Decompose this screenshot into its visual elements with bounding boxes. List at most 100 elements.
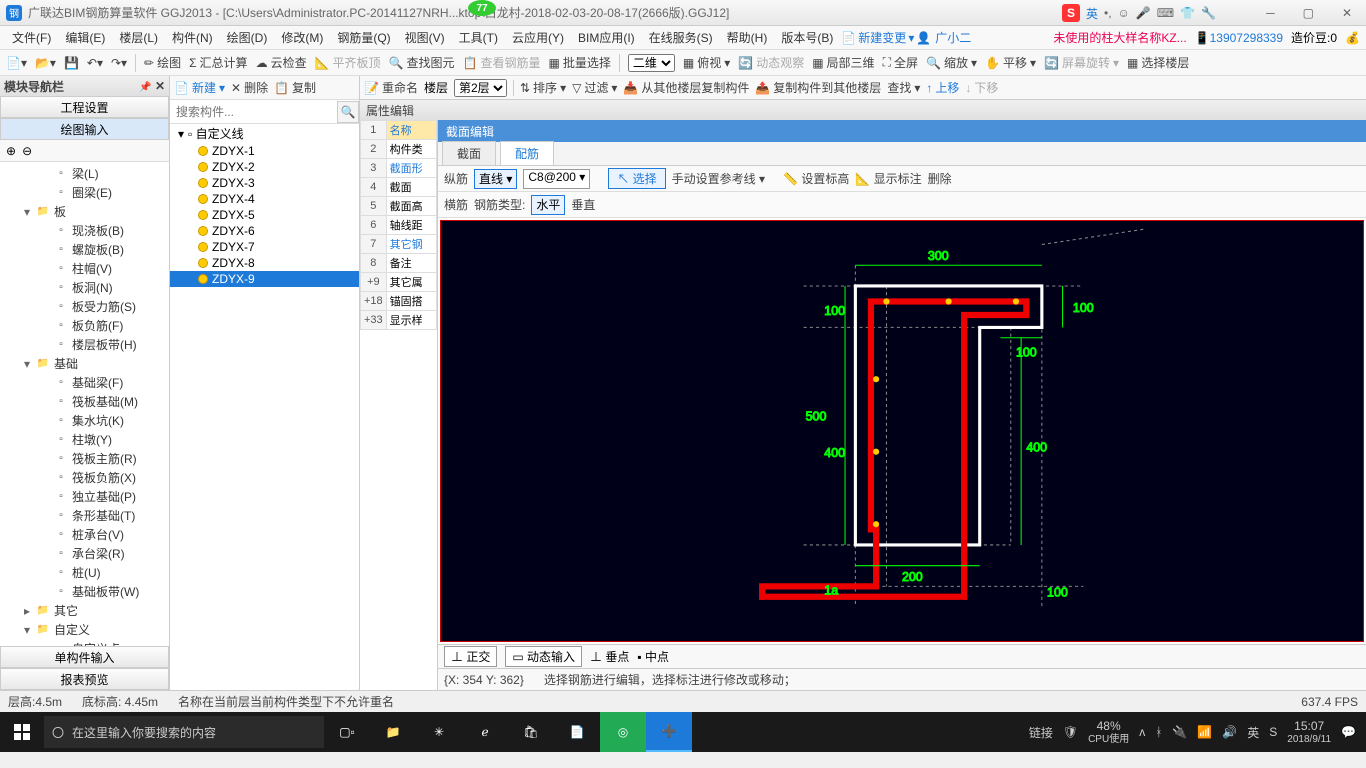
list-item[interactable]: ZDYX-4 <box>170 191 359 207</box>
fullscreen-button[interactable]: ⛶全屏 <box>883 54 918 71</box>
tab-section[interactable]: 截面 <box>442 141 496 165</box>
tab-rebar[interactable]: 配筋 <box>500 141 554 165</box>
prop-row[interactable]: 2构件类 <box>361 140 437 159</box>
tray-shield-icon[interactable]: 🛡 <box>1063 725 1078 739</box>
tree-item[interactable]: ▫独立基础(P) <box>0 487 169 506</box>
ime-punct-icon[interactable]: •, <box>1104 6 1112 20</box>
prop-row[interactable]: +33显示样 <box>361 311 437 330</box>
app-store-icon[interactable]: 🛍 <box>508 712 554 752</box>
tree-item[interactable]: ▫楼层板带(H) <box>0 335 169 354</box>
spec-select[interactable]: C8@200 ▾ <box>523 169 590 189</box>
ime-keyboard-icon[interactable]: ⌨ <box>1157 6 1174 20</box>
del-comp-button[interactable]: ✕删除 <box>231 79 268 96</box>
list-item[interactable]: ZDYX-6 <box>170 223 359 239</box>
list-item[interactable]: ZDYX-5 <box>170 207 359 223</box>
app-ggj-icon[interactable]: ➕ <box>646 712 692 752</box>
tree-item[interactable]: ▫筏板主筋(R) <box>0 449 169 468</box>
horizontal-button[interactable]: 水平 <box>531 195 565 215</box>
notification-badge[interactable]: 77 <box>468 0 496 16</box>
single-input-button[interactable]: 单构件输入 <box>0 646 169 668</box>
maximize-button[interactable]: ▢ <box>1295 4 1322 22</box>
tree-item[interactable]: ▫承台梁(R) <box>0 544 169 563</box>
manual-ref-button[interactable]: 手动设置参考线 ▾ <box>672 170 765 187</box>
copy-from-button[interactable]: 📥从其他楼层复制构件 <box>623 79 749 96</box>
dyn-view-button[interactable]: 🔄动态观察 <box>738 54 804 71</box>
down-button[interactable]: ↓下移 <box>965 79 998 96</box>
batch-button[interactable]: ▦批量选择 <box>548 54 610 71</box>
prop-row[interactable]: +9其它属 <box>361 273 437 292</box>
custom-line-tree[interactable]: ▾ ▫ 自定义线 ZDYX-1 ZDYX-2 ZDYX-3 ZDYX-4 ZDY… <box>170 124 359 690</box>
midpoint-snap[interactable]: ▪ 中点 <box>637 648 669 665</box>
list-item[interactable]: ZDYX-3 <box>170 175 359 191</box>
collapse-icon[interactable]: ⊖ <box>22 144 32 158</box>
list-item[interactable]: ZDYX-2 <box>170 159 359 175</box>
menu-draw[interactable]: 绘图(D) <box>221 27 274 48</box>
list-item[interactable]: ZDYX-9 <box>170 271 359 287</box>
prop-row[interactable]: 4截面 <box>361 178 437 197</box>
tray-vol-icon[interactable]: 🔊 <box>1222 725 1237 739</box>
copy-to-button[interactable]: 📤复制构件到其他楼层 <box>755 79 881 96</box>
expand-icon[interactable]: ⊕ <box>6 144 16 158</box>
filter-button[interactable]: ▽过滤▾ <box>572 79 617 96</box>
cpu-meter[interactable]: 48%CPU使用 <box>1088 720 1129 745</box>
new-file-icon[interactable]: 📄▾ <box>6 56 27 70</box>
menu-help[interactable]: 帮助(H) <box>721 27 774 48</box>
taskview-icon[interactable]: ▢▫ <box>324 712 370 752</box>
redo-icon[interactable]: ↷▾ <box>111 56 127 70</box>
drawing-canvas[interactable]: 300 100 100 400 500 200 100 400 100 1a <box>440 220 1364 642</box>
up-button[interactable]: ↑上移 <box>926 79 959 96</box>
app-fan-icon[interactable]: ✳ <box>416 712 462 752</box>
app-edge-icon[interactable]: ℯ <box>462 712 508 752</box>
prop-row[interactable]: 5截面高 <box>361 197 437 216</box>
tree-item[interactable]: ▫桩(U) <box>0 563 169 582</box>
tree-item[interactable]: ▫现浇板(B) <box>0 221 169 240</box>
topview-button[interactable]: ▦俯视▾ <box>683 54 730 71</box>
pin-icon[interactable]: 📌 <box>139 82 151 93</box>
sogou-icon[interactable]: S <box>1062 4 1080 22</box>
save-icon[interactable]: 💾 <box>64 56 79 70</box>
menu-version[interactable]: 版本号(B) <box>775 27 839 48</box>
rename-button[interactable]: 📝重命名 <box>364 79 418 96</box>
prop-row[interactable]: 3截面形 <box>361 159 437 178</box>
ime-emoji-icon[interactable]: ☺ <box>1118 6 1130 20</box>
zoom-button[interactable]: 🔍缩放▾ <box>926 54 977 71</box>
list-item[interactable]: ZDYX-8 <box>170 255 359 271</box>
find-button[interactable]: 🔍查找图元 <box>389 54 455 71</box>
app-wps-icon[interactable]: 📄 <box>554 712 600 752</box>
menu-cloud[interactable]: 云应用(Y) <box>506 27 570 48</box>
ortho-toggle[interactable]: ⊥ 正交 <box>444 646 497 667</box>
tray-sogou-icon[interactable]: S <box>1269 725 1277 739</box>
tray-ime-icon[interactable]: 英 <box>1247 724 1259 741</box>
menu-component[interactable]: 构件(N) <box>166 27 219 48</box>
tree-item[interactable]: ▫集水坑(K) <box>0 411 169 430</box>
menu-modify[interactable]: 修改(M) <box>275 27 329 48</box>
tray-power-icon[interactable]: 🔌 <box>1172 725 1187 739</box>
ime-mic-icon[interactable]: 🎤 <box>1136 6 1151 20</box>
menu-tool[interactable]: 工具(T) <box>453 27 504 48</box>
rotate-button[interactable]: 🔄屏幕旋转▾ <box>1044 54 1119 71</box>
tree-item[interactable]: ▫圈梁(E) <box>0 183 169 202</box>
start-button[interactable] <box>0 712 44 752</box>
line-select[interactable]: 直线 ▾ <box>474 169 517 189</box>
set-mark-button[interactable]: 📏 设置标高 <box>783 170 849 187</box>
phone-link[interactable]: 📱13907298339 <box>1195 31 1283 45</box>
search-input[interactable] <box>170 101 337 123</box>
tree-item[interactable]: ▫基础梁(F) <box>0 373 169 392</box>
tree-root[interactable]: ▾ ▫ 自定义线 <box>170 124 359 143</box>
show-mark-button[interactable]: 📐 显示标注 <box>855 170 921 187</box>
sort-button[interactable]: ⇅排序▾ <box>520 79 566 96</box>
open-icon[interactable]: 📂▾ <box>35 56 56 70</box>
new-change-button[interactable]: 📄 新建变更 ▾ <box>841 29 914 46</box>
tree-item[interactable]: ▫梁(L) <box>0 164 169 183</box>
taskbar-search[interactable]: 〇 在这里输入你要搜索的内容 <box>44 716 324 748</box>
app-folder-icon[interactable]: 📁 <box>370 712 416 752</box>
delete-button[interactable]: 删除 <box>928 170 952 187</box>
beans-icon[interactable]: 💰 <box>1345 31 1360 45</box>
menu-online[interactable]: 在线服务(S) <box>643 27 719 48</box>
ime-skin-icon[interactable]: 👕 <box>1180 6 1195 20</box>
tree-item[interactable]: ▫筏板负筋(X) <box>0 468 169 487</box>
draw-input-button[interactable]: 绘图输入 <box>0 118 169 140</box>
copy-comp-button[interactable]: 📋复制 <box>274 79 316 96</box>
close-button[interactable]: ✕ <box>1334 4 1360 22</box>
vpoint-snap[interactable]: ⊥ 垂点 <box>590 648 629 665</box>
